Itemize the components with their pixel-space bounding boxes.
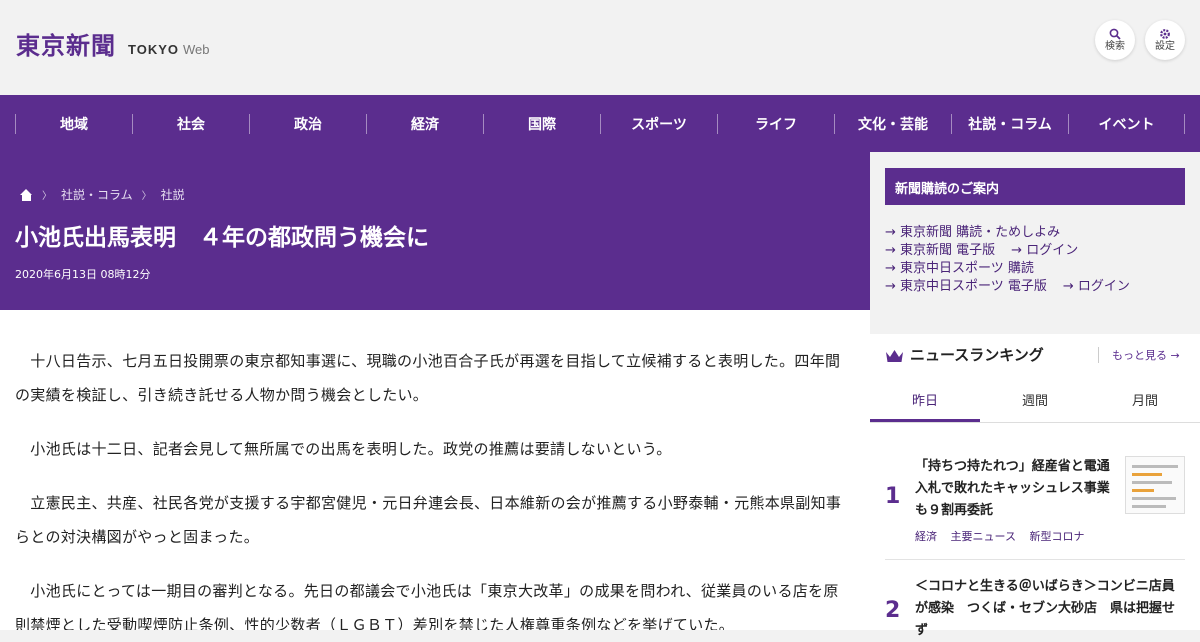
tab-monthly[interactable]: 月間 xyxy=(1090,382,1200,422)
link-digital-edition[interactable]: → 東京新聞 電子版 xyxy=(885,243,995,258)
search-label: 検索 xyxy=(1105,40,1125,52)
search-button[interactable]: 検索 xyxy=(1095,20,1135,60)
sidebar: 新聞購読のご案内 → 東京新聞 購読・ためしよみ → 東京新聞 電子版 → ログイ… xyxy=(870,152,1200,638)
link-subscribe-trial[interactable]: → 東京新聞 購読・ためしよみ xyxy=(885,225,1060,240)
home-icon[interactable] xyxy=(20,188,33,201)
more-label: もっと見る xyxy=(1112,349,1167,362)
ranking-tabs: 昨日 週間 月間 xyxy=(870,382,1200,423)
nav-item-international[interactable]: 国際 xyxy=(483,113,600,134)
ranking-title: ニュースランキング xyxy=(910,346,1044,364)
article-paragraph: 小池氏は十二日、記者会見して無所属での出馬を表明した。政党の推薦は要請しないとい… xyxy=(15,440,672,458)
subscription-heading: 新聞購読のご案内 xyxy=(885,168,1185,205)
rank-headline[interactable]: 「持ちつ持たれつ」経産省と電通 入札で敗れたキャッシュレス事業も９割再委託 xyxy=(915,456,1123,522)
crown-icon xyxy=(885,348,904,362)
link-chunichi-sports-subscribe[interactable]: → 東京中日スポーツ 購読 xyxy=(885,261,1034,276)
link-chunichi-sports-digital[interactable]: → 東京中日スポーツ 電子版 xyxy=(885,279,1047,294)
ranking-more-link[interactable]: もっと見る → xyxy=(1098,347,1180,363)
nav-item-events[interactable]: イベント xyxy=(1068,113,1185,134)
tag-covid[interactable]: 新型コロナ xyxy=(1029,530,1084,543)
article-paragraph: 十八日告示、七月五日投開票の東京都知事選に、現職の小池百合子氏が再選を目指して立… xyxy=(15,352,841,404)
settings-button[interactable]: 設定 xyxy=(1145,20,1185,60)
main-nav: 地域 社会 政治 経済 国際 スポーツ ライフ 文化・芸能 社説・コラム イベン… xyxy=(0,95,1200,152)
news-ranking: ニュースランキング もっと見る → 昨日 週間 月間 1 「持ちつ持たれつ」経産… xyxy=(870,334,1200,638)
tab-yesterday[interactable]: 昨日 xyxy=(870,382,980,422)
gear-icon xyxy=(1160,28,1170,39)
breadcrumb-item-editorial[interactable]: 社説・コラム xyxy=(61,186,133,203)
subscription-links: → 東京新聞 購読・ためしよみ → 東京新聞 電子版 → ログイン → 東京中日ス… xyxy=(885,224,1146,296)
breadcrumb-separator: 〉 xyxy=(42,191,52,202)
breadcrumb: 〉 社説・コラム 〉 社説 xyxy=(20,186,185,203)
ranking-divider xyxy=(885,559,1185,560)
nav-item-society[interactable]: 社会 xyxy=(132,113,249,134)
article-date: 2020年6月13日 08時12分 xyxy=(15,268,151,281)
site-header: 東京新聞 TOKYO Web 検索 設定 xyxy=(0,0,1200,95)
breadcrumb-item-shasetsu[interactable]: 社説 xyxy=(161,186,185,203)
rank-number: 1 xyxy=(885,484,901,509)
rank-headline[interactable]: ＜コロナと生きる＠いばらき＞コンビニ店員が感染 つくば・セブン大砂店 県は把握せ… xyxy=(915,576,1185,642)
nav-item-politics[interactable]: 政治 xyxy=(249,113,366,134)
logo-web: Web xyxy=(183,42,210,57)
nav-item-sports[interactable]: スポーツ xyxy=(600,113,717,134)
breadcrumb-separator: 〉 xyxy=(141,191,152,202)
article-paragraph: 小池氏にとっては一期目の審判となる。先日の都議会で小池氏は「東京大改革」の成果を… xyxy=(15,582,839,630)
tab-weekly[interactable]: 週間 xyxy=(980,382,1090,422)
link-chunichi-sports-login[interactable]: → ログイン xyxy=(1063,279,1130,294)
rank-tags: 経済 主要ニュース 新型コロナ xyxy=(915,528,1094,544)
search-icon xyxy=(1109,28,1121,40)
site-logo[interactable]: 東京新聞 TOKYO Web xyxy=(16,26,210,61)
article-title: 小池氏出馬表明 ４年の都政問う機会に xyxy=(15,225,429,251)
nav-item-economy[interactable]: 経済 xyxy=(366,113,483,134)
nav-item-region[interactable]: 地域 xyxy=(15,113,132,134)
rank-number: 2 xyxy=(885,598,901,623)
settings-label: 設定 xyxy=(1155,40,1175,52)
article-body: 十八日告示、七月五日投開票の東京都知事選に、現職の小池百合子氏が再選を目指して立… xyxy=(0,310,870,630)
link-login[interactable]: → ログイン xyxy=(1011,243,1078,258)
arrow-right-icon: → xyxy=(1170,349,1180,362)
article-paragraph: 立憲民主、共産、社民各党が支援する宇都宮健児・元日弁連会長、日本維新の会が推薦す… xyxy=(15,494,842,546)
logo-tokyo: TOKYO xyxy=(128,42,179,57)
nav-item-life[interactable]: ライフ xyxy=(717,113,834,134)
logo-kanji: 東京新聞 xyxy=(16,31,116,60)
article-hero: 〉 社説・コラム 〉 社説 小池氏出馬表明 ４年の都政問う機会に 2020年6月… xyxy=(0,152,870,310)
nav-item-culture[interactable]: 文化・芸能 xyxy=(834,113,951,134)
nav-item-editorial[interactable]: 社説・コラム xyxy=(951,113,1068,134)
ranking-header: ニュースランキング xyxy=(885,344,1044,365)
tag-main-news[interactable]: 主要ニュース xyxy=(951,530,1016,543)
tag-economy[interactable]: 経済 xyxy=(915,530,937,543)
rank-thumbnail[interactable] xyxy=(1125,456,1185,514)
